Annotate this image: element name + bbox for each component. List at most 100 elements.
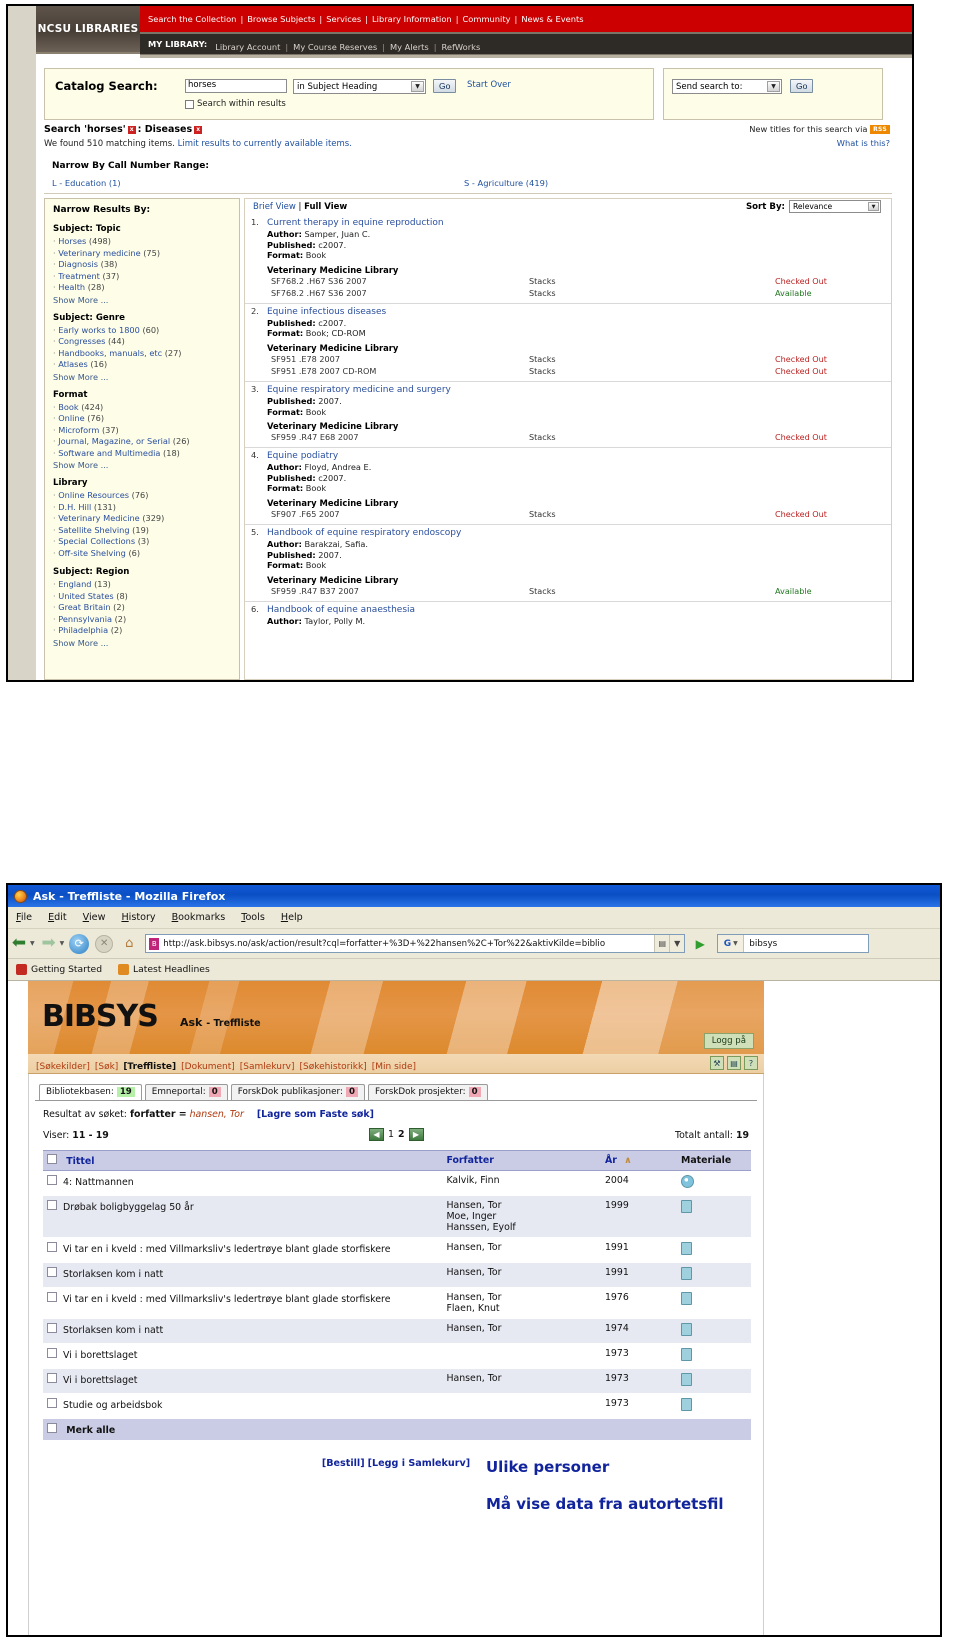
login-button[interactable]: Logg på bbox=[703, 1033, 754, 1049]
source-tab-1[interactable]: Emneportal: 0 bbox=[144, 1084, 228, 1100]
facet-item[interactable]: · United States (8) bbox=[53, 591, 231, 603]
call-number-range-l[interactable]: L - Education (1) bbox=[52, 178, 121, 188]
remove-term-icon[interactable]: x bbox=[127, 126, 136, 134]
row-title-text[interactable]: Vi tar en i kveld : med Villmarksliv's l… bbox=[63, 1294, 390, 1305]
brief-view-link[interactable]: Brief View bbox=[253, 202, 296, 212]
address-bar[interactable]: B http://ask.bibsys.no/ask/action/result… bbox=[145, 934, 686, 953]
facet-show-more-link[interactable]: Show More ... bbox=[53, 460, 231, 470]
primary-nav-item-0[interactable]: Search the Collection bbox=[148, 14, 236, 24]
primary-nav-item-1[interactable]: Browse Subjects bbox=[247, 14, 315, 24]
table-row[interactable]: Vi tar en i kveld : med Villmarksliv's l… bbox=[43, 1237, 751, 1263]
table-row[interactable]: Drøbak boligbyggelag 50 år Hansen, Tor Moe… bbox=[43, 1195, 751, 1238]
facet-item[interactable]: · Great Britain (2) bbox=[53, 602, 231, 614]
browser-search-box[interactable]: G ▼ bibsys bbox=[717, 934, 870, 953]
facet-item[interactable]: · Handbooks, manuals, etc (27) bbox=[53, 348, 231, 360]
tools-icon[interactable]: ⚒ bbox=[710, 1056, 724, 1070]
go-icon[interactable]: ▶ bbox=[689, 934, 711, 953]
result-title-link[interactable]: Handbook of equine respiratory endoscopy bbox=[267, 527, 891, 539]
facet-item[interactable]: · Congresses (44) bbox=[53, 336, 231, 348]
result-title-link[interactable]: Current therapy in equine reproduction bbox=[267, 217, 891, 229]
menu-item-view[interactable]: View bbox=[83, 912, 106, 923]
menu-item-history[interactable]: History bbox=[121, 912, 155, 923]
table-row[interactable]: Studie og arbeidsbok 1973 bbox=[43, 1393, 751, 1419]
row-checkbox[interactable] bbox=[47, 1348, 57, 1358]
facet-item[interactable]: · Early works to 1800 (60) bbox=[53, 325, 231, 337]
my-library-item-2[interactable]: My Alerts bbox=[390, 42, 429, 52]
row-title-text[interactable]: Storlaksen kom i natt bbox=[63, 1269, 163, 1280]
sort-by-select[interactable]: Relevance ▼ bbox=[789, 200, 881, 213]
start-over-link[interactable]: Start Over bbox=[467, 80, 511, 90]
book-icon[interactable] bbox=[681, 1292, 693, 1305]
autocomplete-chevron-icon[interactable]: ▼ bbox=[669, 935, 685, 952]
facet-item[interactable]: · Special Collections (3) bbox=[53, 536, 231, 548]
column-ar[interactable]: År ∧ bbox=[600, 1150, 678, 1171]
facet-item[interactable]: · Journal, Magazine, or Serial (26) bbox=[53, 436, 231, 448]
book-icon[interactable] bbox=[681, 1398, 693, 1411]
result-title-link[interactable]: Equine podiatry bbox=[267, 450, 891, 462]
source-tab-2[interactable]: ForskDok publikasjoner: 0 bbox=[230, 1084, 365, 1100]
remove-facet-icon[interactable]: x bbox=[194, 126, 203, 134]
facet-show-more-link[interactable]: Show More ... bbox=[53, 638, 231, 648]
menu-item-tools[interactable]: Tools bbox=[241, 912, 265, 923]
bibsys-nav-item-2[interactable]: [Treffliste] bbox=[123, 1062, 176, 1072]
menu-item-file[interactable]: File bbox=[16, 912, 32, 923]
rss-icon[interactable]: RSS bbox=[870, 125, 890, 134]
page-1-link[interactable]: 1 bbox=[388, 1129, 394, 1140]
bibsys-nav-item-1[interactable]: [Søk] bbox=[95, 1062, 118, 1072]
forward-dropdown-icon[interactable]: ▼ bbox=[60, 940, 65, 947]
book-icon[interactable] bbox=[681, 1348, 693, 1361]
row-title-text[interactable]: Storlaksen kom i natt bbox=[63, 1325, 163, 1336]
google-search-icon[interactable]: G ▼ bbox=[718, 935, 745, 952]
primary-nav-item-2[interactable]: Services bbox=[326, 14, 361, 24]
bibsys-nav-item-3[interactable]: [Dokument] bbox=[181, 1062, 235, 1072]
facet-item[interactable]: · Horses (498) bbox=[53, 236, 231, 248]
facet-show-more-link[interactable]: Show More ... bbox=[53, 372, 231, 382]
menu-item-edit[interactable]: Edit bbox=[48, 912, 67, 923]
reload-icon[interactable]: ⟳ bbox=[69, 933, 90, 954]
stop-icon[interactable]: ✕ bbox=[95, 934, 114, 953]
facet-item[interactable]: · Diagnosis (38) bbox=[53, 259, 231, 271]
facet-item[interactable]: · Book (424) bbox=[53, 402, 231, 414]
source-tab-3[interactable]: ForskDok prosjekter: 0 bbox=[367, 1084, 488, 1100]
facet-item[interactable]: · Online Resources (76) bbox=[53, 490, 231, 502]
book-icon[interactable] bbox=[681, 1242, 693, 1255]
forward-icon[interactable]: ➡ bbox=[38, 934, 60, 954]
row-checkbox[interactable] bbox=[47, 1242, 57, 1252]
catalog-search-go-button[interactable]: Go bbox=[433, 79, 457, 93]
facet-show-more-link[interactable]: Show More ... bbox=[53, 295, 231, 305]
row-checkbox[interactable] bbox=[47, 1200, 57, 1210]
facet-item[interactable]: · Veterinary medicine (75) bbox=[53, 248, 231, 260]
bookmark-folder-icon[interactable]: ▤ bbox=[654, 935, 670, 952]
search-within-results-row[interactable]: Search within results bbox=[185, 99, 286, 109]
back-icon[interactable]: ⬅ bbox=[8, 934, 30, 954]
send-search-to-select[interactable]: Send search to: ▼ bbox=[672, 79, 782, 94]
result-title-link[interactable]: Equine respiratory medicine and surgery bbox=[267, 384, 891, 396]
bestill-link[interactable]: [Bestill] bbox=[322, 1458, 365, 1469]
row-checkbox[interactable] bbox=[47, 1398, 57, 1408]
my-library-item-1[interactable]: My Course Reserves bbox=[293, 42, 377, 52]
primary-nav-item-4[interactable]: Community bbox=[463, 14, 511, 24]
table-row[interactable]: Storlaksen kom i natt Hansen, Tor 1991 bbox=[43, 1262, 751, 1288]
home-icon[interactable]: ⌂ bbox=[119, 935, 139, 953]
bibsys-nav-item-6[interactable]: [Min side] bbox=[372, 1062, 416, 1072]
result-title-link[interactable]: Handbook of equine anaesthesia bbox=[267, 604, 891, 616]
row-checkbox[interactable] bbox=[47, 1373, 57, 1383]
menu-item-bookmarks[interactable]: Bookmarks bbox=[172, 912, 226, 923]
bibsys-nav-item-0[interactable]: [Søkekilder] bbox=[36, 1062, 90, 1072]
full-view-label[interactable]: Full View bbox=[304, 202, 347, 212]
print-icon[interactable]: ▤ bbox=[727, 1056, 741, 1070]
book-icon[interactable] bbox=[681, 1267, 693, 1280]
my-library-item-0[interactable]: Library Account bbox=[215, 42, 280, 52]
facet-item[interactable]: · Health (28) bbox=[53, 282, 231, 294]
catalog-search-input[interactable]: horses bbox=[185, 79, 287, 93]
merk-alle-cell[interactable]: Merk alle bbox=[43, 1419, 751, 1441]
facet-item[interactable]: · Online (76) bbox=[53, 413, 231, 425]
call-number-range-s[interactable]: S - Agriculture (419) bbox=[464, 178, 548, 188]
page-2-link[interactable]: 2 bbox=[398, 1129, 405, 1140]
facet-item[interactable]: · Veterinary Medicine (329) bbox=[53, 513, 231, 525]
table-row[interactable]: Vi i borettslaget Hansen, Tor 1973 bbox=[43, 1368, 751, 1394]
column-tittel[interactable]: Tittel bbox=[43, 1150, 443, 1171]
facet-item[interactable]: · Satellite Shelving (19) bbox=[53, 525, 231, 537]
facet-item[interactable]: · Off-site Shelving (6) bbox=[53, 548, 231, 560]
bibsys-logo[interactable]: BIBSYS bbox=[42, 999, 159, 1034]
